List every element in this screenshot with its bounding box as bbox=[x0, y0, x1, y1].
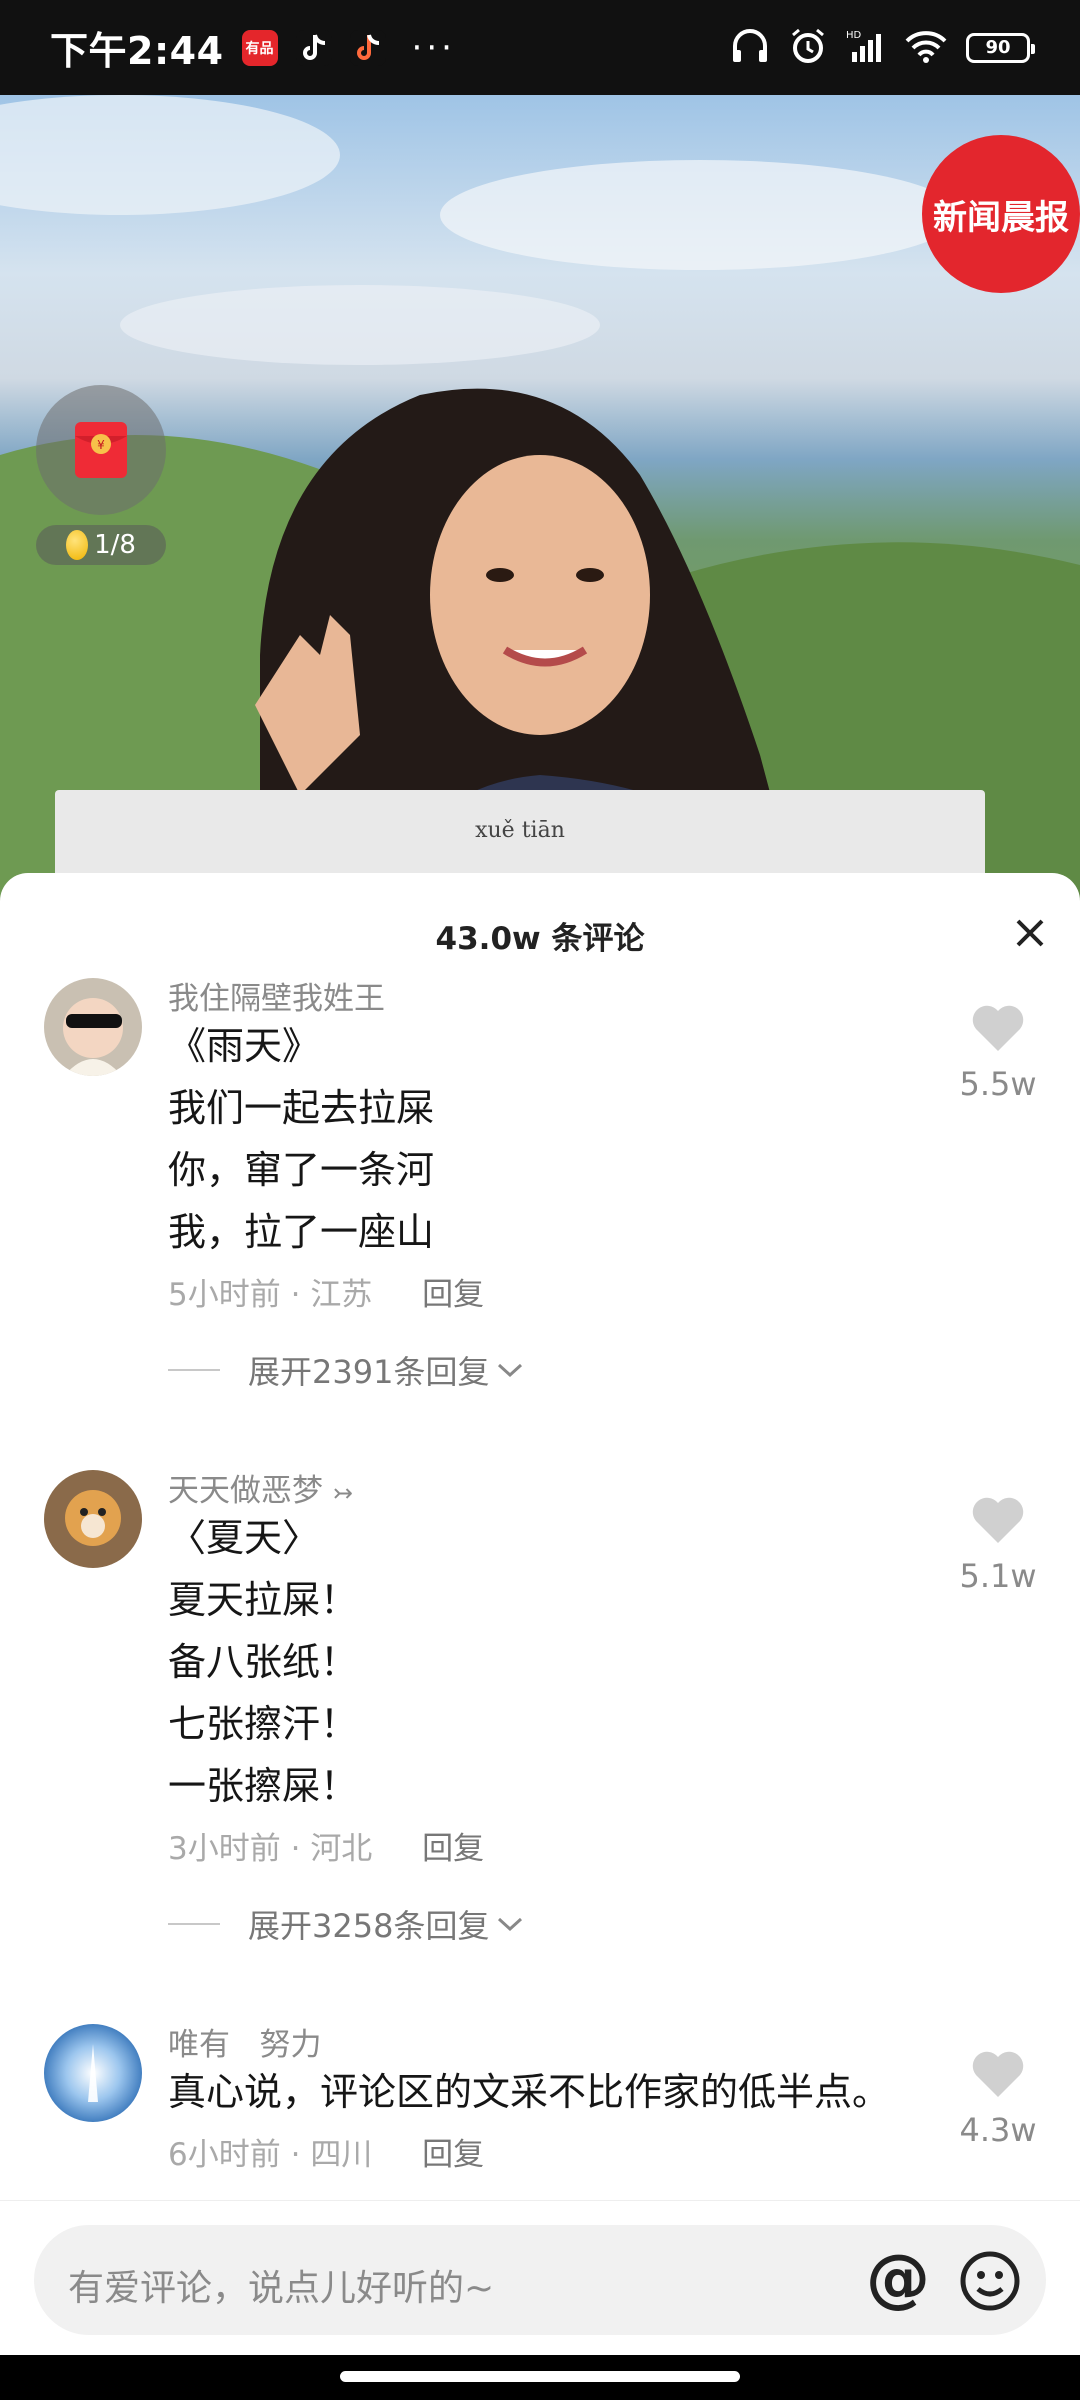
reply-button[interactable]: 回复 bbox=[422, 1831, 484, 1867]
red-packet-button[interactable]: ¥ bbox=[36, 385, 166, 515]
video-player[interactable]: xuě tiān 新闻晨报 ¥ 1/8 bbox=[0, 95, 1080, 905]
comments-count-title: 43.0w 条评论 bbox=[435, 921, 645, 957]
comment-username[interactable]: 天天做恶梦 ↣ bbox=[168, 1465, 353, 1510]
status-time: 下午2:44 bbox=[50, 29, 224, 73]
comment-location: 河北 bbox=[310, 1831, 373, 1867]
mention-button[interactable]: @ bbox=[866, 2247, 930, 2311]
more-notifications-icon: ··· bbox=[411, 27, 456, 68]
like-count: 5.1w bbox=[959, 1557, 1037, 1595]
reply-button[interactable]: 回复 bbox=[422, 2137, 484, 2173]
home-indicator[interactable] bbox=[340, 2371, 740, 2382]
paper-pinyin-text: xuě tiān bbox=[475, 818, 565, 843]
comment-text-line: 一张擦屎！ bbox=[168, 1764, 359, 1808]
svg-text:HD: HD bbox=[846, 30, 862, 41]
svg-text:¥: ¥ bbox=[97, 438, 105, 452]
expand-replies-button[interactable]: 展开2391条回复 bbox=[168, 1347, 525, 1393]
avatar[interactable] bbox=[44, 1470, 142, 1568]
comment-meta: 5小时前 · 江苏 回复 bbox=[168, 1277, 485, 1313]
comment-input[interactable]: 有爱评论，说点儿好听的~ @ bbox=[34, 2225, 1046, 2335]
navigation-bar bbox=[0, 2355, 1080, 2400]
comment-text-line: 我们一起去拉屎 bbox=[168, 1086, 435, 1130]
comment-username[interactable]: 我住隔壁我姓王 bbox=[168, 973, 385, 1018]
alarm-icon bbox=[788, 26, 828, 70]
heart-icon bbox=[972, 1497, 1024, 1543]
comment-location: 四川 bbox=[310, 2137, 373, 2173]
avatar[interactable] bbox=[44, 2024, 142, 2122]
cellular-signal-icon: HD bbox=[846, 28, 886, 68]
comment-meta: 6小时前 · 四川 回复 bbox=[168, 2137, 485, 2173]
comment-text-line: 真心说，评论区的文采不比作家的低半点。 bbox=[168, 2070, 891, 2114]
comment-text-line: 备八张纸！ bbox=[168, 1640, 359, 1684]
chevron-down-icon bbox=[498, 1363, 523, 1378]
comment-username[interactable]: 唯有 努力 bbox=[168, 2019, 322, 2064]
comment-text-line: 七张擦汗！ bbox=[168, 1702, 359, 1746]
like-button[interactable]: 5.5w bbox=[938, 1003, 1058, 1103]
user-suffix-icon: ↣ bbox=[332, 1479, 353, 1507]
gold-coin-icon bbox=[66, 530, 89, 560]
emoji-button[interactable] bbox=[958, 2249, 1022, 2313]
comment-text-line: 你，窜了一条河 bbox=[168, 1148, 435, 1192]
red-packet-widget[interactable]: ¥ 1/8 bbox=[36, 385, 166, 565]
divider bbox=[168, 1923, 220, 1925]
emoji-icon bbox=[960, 2251, 1020, 2311]
comment-input-placeholder: 有爱评论，说点儿好听的~ bbox=[68, 2268, 495, 2309]
expand-replies-button[interactable]: 展开3258条回复 bbox=[168, 1901, 525, 1947]
expand-replies-label: 展开2391条回复 bbox=[248, 1353, 490, 1391]
coin-counter: 1/8 bbox=[36, 525, 166, 565]
comment-time: 5小时前 bbox=[168, 1277, 281, 1313]
heart-icon bbox=[972, 2051, 1024, 2097]
comments-sheet: 43.0w 条评论 我住隔壁我姓王 《雨天》 我们一起去拉屎 你，窜了一条河 我… bbox=[0, 873, 1080, 2400]
expand-replies-label: 展开3258条回复 bbox=[248, 1907, 490, 1945]
comment-text-line: 《雨天》 bbox=[168, 1024, 321, 1068]
comment-location: 江苏 bbox=[310, 1277, 373, 1313]
like-button[interactable]: 5.1w bbox=[938, 1495, 1058, 1595]
comment-input-bar: 有爱评论，说点儿好听的~ @ bbox=[0, 2200, 1080, 2356]
like-button[interactable]: 4.3w bbox=[938, 2049, 1058, 2149]
heart-icon bbox=[972, 1005, 1024, 1051]
close-comments-button[interactable] bbox=[1002, 905, 1058, 961]
headphones-icon bbox=[730, 28, 770, 68]
close-icon bbox=[1016, 919, 1044, 947]
comment-text-line: 〈夏天〉 bbox=[168, 1516, 321, 1560]
like-count: 4.3w bbox=[959, 2111, 1037, 2149]
comment-time: 6小时前 bbox=[168, 2137, 281, 2173]
divider bbox=[168, 1369, 220, 1371]
like-count: 5.5w bbox=[959, 1065, 1037, 1103]
comment-text-line: 我，拉了一座山 bbox=[168, 1210, 435, 1254]
comment-meta: 3小时前 · 河北 回复 bbox=[168, 1831, 485, 1867]
wifi-icon bbox=[904, 29, 948, 67]
youpin-app-icon: 有品 bbox=[241, 29, 278, 66]
comment-time: 3小时前 bbox=[168, 1831, 281, 1867]
red-envelope-icon: ¥ bbox=[75, 422, 127, 478]
coin-counter-text: 1/8 bbox=[94, 530, 136, 560]
news-channel-logo[interactable]: 新闻晨报 bbox=[922, 135, 1080, 293]
status-bar: 下午2:44 有品 ··· HD 90 bbox=[0, 0, 1080, 95]
battery-icon: 90 bbox=[966, 32, 1035, 63]
avatar[interactable] bbox=[44, 978, 142, 1076]
comment-text-line: 夏天拉屎！ bbox=[168, 1578, 359, 1622]
tiktok-icon bbox=[295, 29, 332, 66]
reply-button[interactable]: 回复 bbox=[422, 1277, 484, 1313]
tiktok-lite-icon bbox=[349, 29, 386, 66]
chevron-down-icon bbox=[498, 1917, 523, 1932]
